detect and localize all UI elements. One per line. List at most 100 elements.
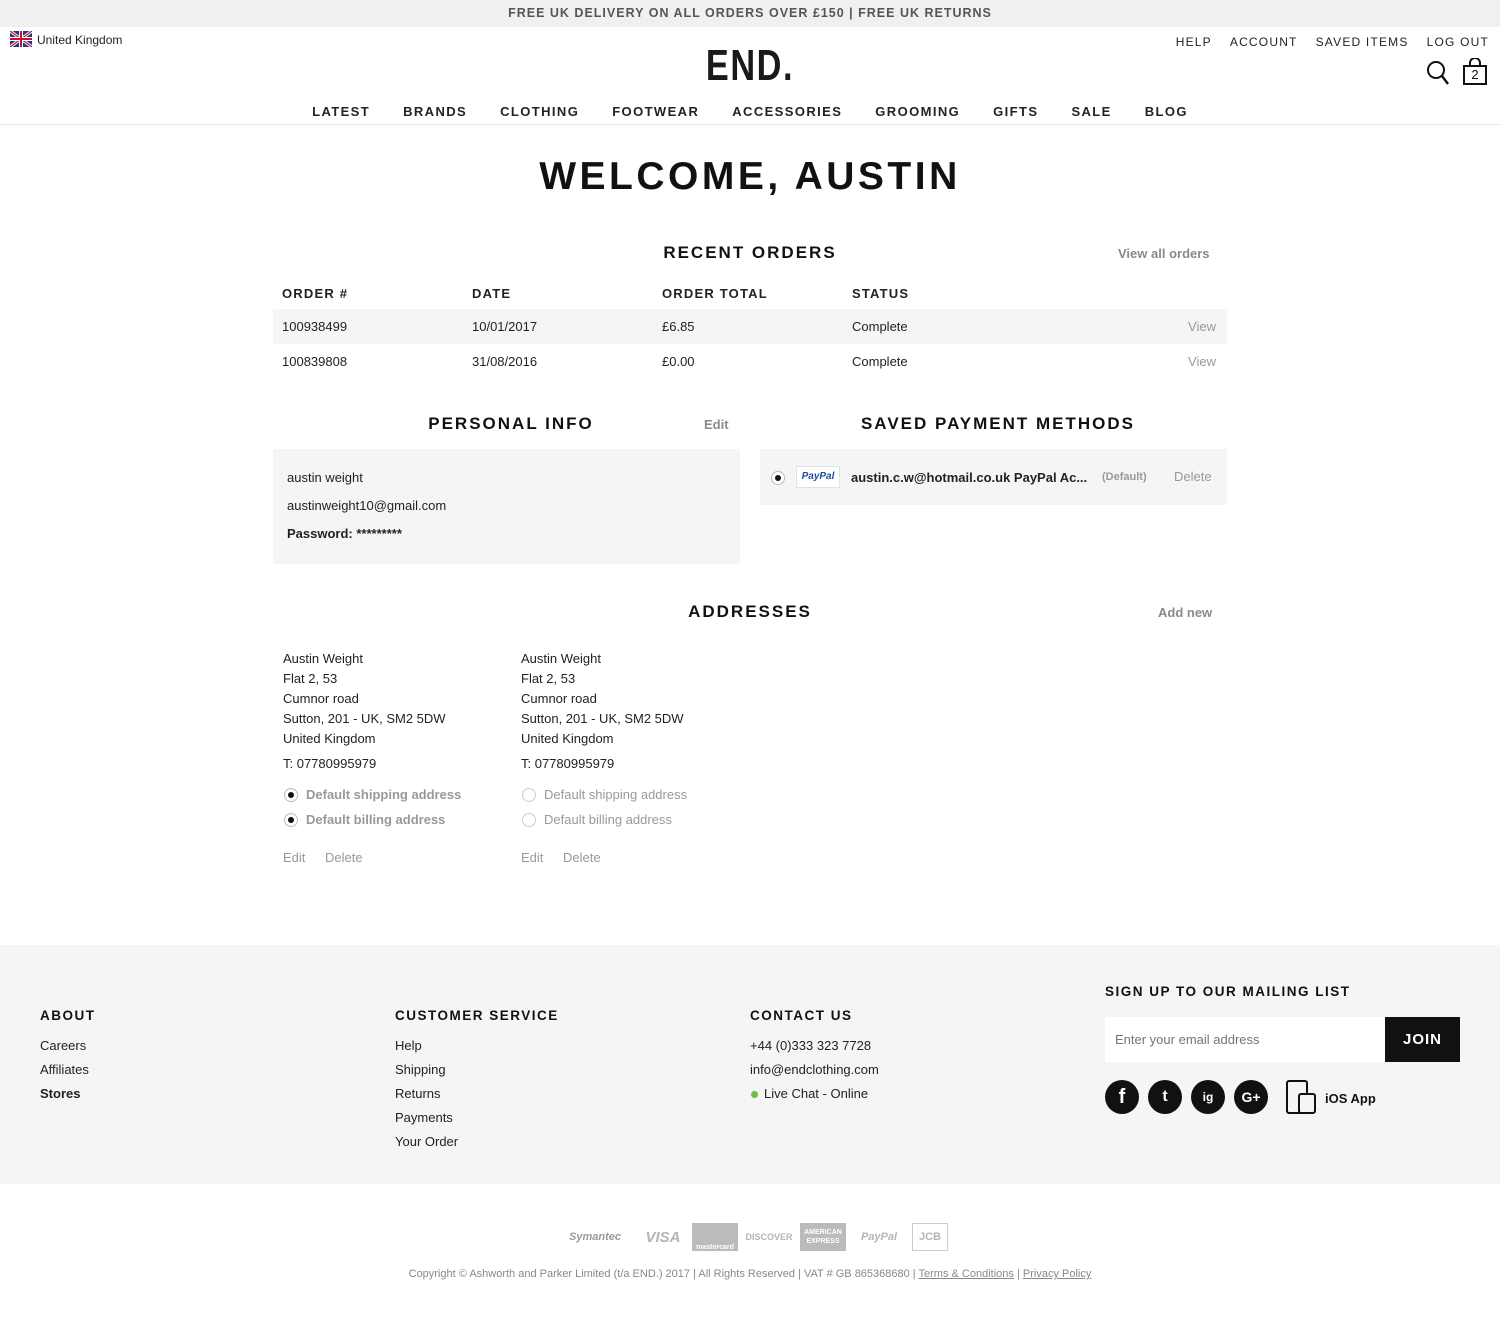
saved-items-link[interactable]: SAVED ITEMS bbox=[1316, 35, 1409, 49]
footer-careers-link[interactable]: Careers bbox=[40, 1038, 86, 1053]
view-all-orders-link[interactable]: View all orders bbox=[1118, 246, 1210, 261]
instagram-icon[interactable]: ig bbox=[1191, 1080, 1225, 1114]
password-label: Password: bbox=[287, 526, 353, 541]
nav-sale[interactable]: SALE bbox=[1071, 104, 1111, 119]
nav-gifts[interactable]: GIFTS bbox=[993, 104, 1038, 119]
address-phone: T: 07780995979 bbox=[521, 756, 615, 771]
order-date: 31/08/2016 bbox=[472, 354, 538, 369]
nav-latest[interactable]: LATEST bbox=[312, 104, 370, 119]
delete-payment-link[interactable]: Delete bbox=[1174, 469, 1212, 484]
address-line3: Sutton, 201 - UK, SM2 5DW bbox=[521, 711, 684, 726]
footer-live-chat-link[interactable]: Live Chat - Online bbox=[764, 1086, 868, 1101]
default-billing-label[interactable]: Default billing address bbox=[306, 812, 445, 827]
customer-email: austinweight10@gmail.com bbox=[287, 498, 447, 513]
footer-shipping-link[interactable]: Shipping bbox=[395, 1062, 446, 1077]
order-total: £6.85 bbox=[662, 319, 695, 334]
amex-logo-icon: AMERICAN EXPRESS bbox=[800, 1223, 846, 1251]
default-billing-radio[interactable] bbox=[284, 813, 298, 827]
address-card: Austin Weight Flat 2, 53 Cumnor road Sut… bbox=[521, 649, 741, 774]
address-country: United Kingdom bbox=[283, 731, 376, 746]
newsletter-email-input[interactable] bbox=[1105, 1017, 1385, 1062]
footer-email-link[interactable]: info@endclothing.com bbox=[750, 1062, 879, 1077]
edit-personal-info-link[interactable]: Edit bbox=[704, 417, 729, 432]
country-selector[interactable]: United Kingdom bbox=[37, 33, 122, 47]
logout-link[interactable]: LOG OUT bbox=[1427, 35, 1489, 49]
personal-info-title: PERSONAL INFO bbox=[428, 414, 594, 433]
account-link[interactable]: ACCOUNT bbox=[1230, 35, 1298, 49]
copyright-separator: | bbox=[1016, 1268, 1020, 1280]
order-number: 100839808 bbox=[282, 354, 348, 369]
footer-payments-link[interactable]: Payments bbox=[395, 1110, 453, 1125]
google-plus-icon[interactable]: G+ bbox=[1234, 1080, 1268, 1114]
payment-default-radio[interactable] bbox=[771, 471, 785, 485]
column-header-total: ORDER TOTAL bbox=[662, 286, 768, 301]
address-line2: Cumnor road bbox=[283, 691, 359, 706]
table-row: 100938499 10/01/2017 £6.85 Complete View bbox=[273, 309, 1227, 344]
uk-flag-icon[interactable] bbox=[10, 31, 32, 47]
footer-help-link[interactable]: Help bbox=[395, 1038, 422, 1053]
column-header-date: DATE bbox=[472, 286, 512, 301]
payment-default-label: (Default) bbox=[1102, 471, 1147, 483]
order-status: Complete bbox=[852, 354, 908, 369]
footer-your-order-link[interactable]: Your Order bbox=[395, 1134, 458, 1149]
footer-about-title: ABOUT bbox=[40, 1008, 96, 1023]
edit-address-link[interactable]: Edit bbox=[283, 850, 305, 865]
table-row: 100839808 31/08/2016 £0.00 Complete View bbox=[273, 344, 1227, 379]
nav-clothing[interactable]: CLOTHING bbox=[500, 104, 579, 119]
nav-footwear[interactable]: FOOTWEAR bbox=[612, 104, 699, 119]
symantec-logo-icon: Symantec bbox=[569, 1231, 621, 1243]
addresses-title: ADDRESSES bbox=[688, 602, 812, 621]
account-links: HELP ACCOUNT SAVED ITEMS LOG OUT bbox=[1176, 35, 1489, 49]
promo-banner: FREE UK DELIVERY ON ALL ORDERS OVER £150… bbox=[0, 0, 1500, 27]
join-button[interactable]: JOIN bbox=[1385, 1017, 1460, 1062]
privacy-link[interactable]: Privacy Policy bbox=[1023, 1268, 1091, 1280]
page-title: WELCOME, AUSTIN bbox=[539, 155, 961, 198]
nav-blog[interactable]: BLOG bbox=[1145, 104, 1188, 119]
address-line1: Flat 2, 53 bbox=[521, 671, 576, 686]
default-billing-radio[interactable] bbox=[522, 813, 536, 827]
default-billing-label[interactable]: Default billing address bbox=[544, 812, 672, 827]
saved-payment-title: SAVED PAYMENT METHODS bbox=[860, 414, 1136, 433]
footer-affiliates-link[interactable]: Affiliates bbox=[40, 1062, 89, 1077]
view-order-link[interactable]: View bbox=[1188, 354, 1216, 369]
discover-logo-icon: DISCOVER bbox=[745, 1232, 793, 1242]
footer-phone-link[interactable]: +44 (0)333 323 7728 bbox=[750, 1038, 871, 1053]
delete-address-link[interactable]: Delete bbox=[563, 850, 601, 865]
nav-brands[interactable]: BRANDS bbox=[403, 104, 467, 119]
delete-address-link[interactable]: Delete bbox=[325, 850, 363, 865]
paypal-logo-icon: PayPal bbox=[796, 466, 840, 488]
nav-grooming[interactable]: GROOMING bbox=[875, 104, 960, 119]
help-link[interactable]: HELP bbox=[1176, 35, 1212, 49]
end-logo[interactable]: END. bbox=[703, 40, 797, 92]
online-status-icon bbox=[751, 1091, 758, 1098]
column-header-status: STATUS bbox=[852, 286, 910, 301]
twitter-icon[interactable]: t bbox=[1148, 1080, 1182, 1114]
view-order-link[interactable]: View bbox=[1188, 319, 1216, 334]
address-line1: Flat 2, 53 bbox=[283, 671, 338, 686]
search-icon[interactable] bbox=[1426, 60, 1450, 86]
default-shipping-radio[interactable] bbox=[522, 788, 536, 802]
jcb-logo-icon: JCB bbox=[912, 1223, 948, 1251]
terms-link[interactable]: Terms & Conditions bbox=[919, 1268, 1014, 1280]
main-navigation: LATEST BRANDS CLOTHING FOOTWEAR ACCESSOR… bbox=[0, 104, 1500, 119]
bag-count: 2 bbox=[1471, 67, 1479, 82]
footer-returns-link[interactable]: Returns bbox=[395, 1086, 441, 1101]
shopping-bag-icon[interactable]: 2 bbox=[1462, 58, 1488, 86]
payment-method-row: PayPal austin.c.w@hotmail.co.uk PayPal A… bbox=[760, 449, 1227, 505]
edit-address-link[interactable]: Edit bbox=[521, 850, 543, 865]
ios-app-link[interactable]: iOS App bbox=[1325, 1091, 1376, 1106]
footer-stores-link[interactable]: Stores bbox=[40, 1086, 80, 1101]
default-shipping-label[interactable]: Default shipping address bbox=[544, 787, 687, 802]
order-status: Complete bbox=[852, 319, 908, 334]
add-new-address-link[interactable]: Add new bbox=[1158, 605, 1212, 620]
nav-accessories[interactable]: ACCESSORIES bbox=[732, 104, 842, 119]
default-shipping-label[interactable]: Default shipping address bbox=[306, 787, 461, 802]
order-date: 10/01/2017 bbox=[472, 319, 538, 334]
paypal-logo-icon: PayPal bbox=[860, 1231, 898, 1243]
address-phone: T: 07780995979 bbox=[283, 756, 377, 771]
facebook-icon[interactable]: f bbox=[1105, 1080, 1139, 1114]
mobile-app-icon[interactable] bbox=[1285, 1080, 1317, 1114]
recent-orders-title: RECENT ORDERS bbox=[663, 243, 837, 262]
address-name: Austin Weight bbox=[283, 651, 363, 666]
default-shipping-radio[interactable] bbox=[284, 788, 298, 802]
